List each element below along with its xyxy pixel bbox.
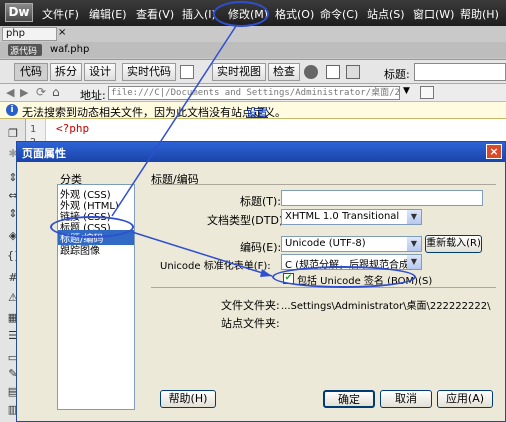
annotation-arrowhead xyxy=(260,269,272,277)
annotation-arrow xyxy=(131,231,273,277)
annotation-arrows xyxy=(111,25,273,277)
annotation-arrow xyxy=(111,25,237,217)
